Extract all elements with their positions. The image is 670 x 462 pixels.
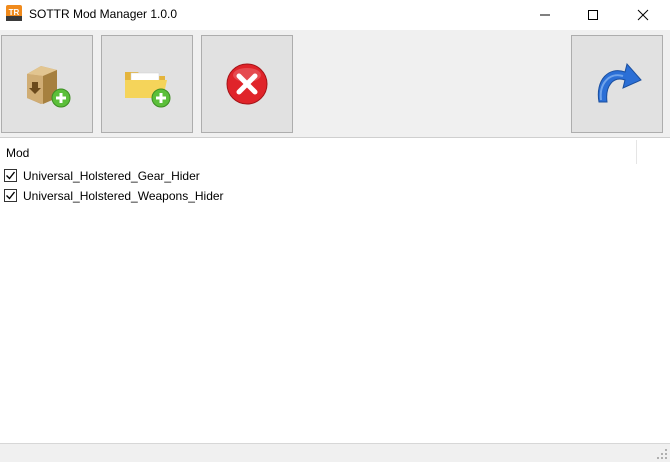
checkmark-icon [6,191,16,200]
mod-name: Universal_Holstered_Weapons_Hider [23,189,224,203]
add-folder-button[interactable] [101,35,193,133]
column-separator[interactable] [636,140,637,164]
svg-text:TR: TR [9,8,20,17]
redo-arrow-icon [597,62,642,103]
list-item[interactable]: Universal_Holstered_Weapons_Hider [0,187,670,207]
mod-name: Universal_Holstered_Gear_Hider [23,169,200,183]
resize-grip-icon[interactable] [656,448,668,460]
maximize-icon [588,10,598,20]
toolbar [0,30,670,138]
column-header-mod[interactable]: Mod [6,146,29,160]
add-archive-button[interactable] [1,35,93,133]
mod-checkbox[interactable] [4,189,17,202]
package-add-icon [27,66,71,108]
list-header[interactable]: Mod [0,139,670,165]
status-bar [0,443,670,462]
maximize-button[interactable] [570,0,616,30]
app-icon: TR [6,5,22,21]
list-item[interactable]: Universal_Holstered_Gear_Hider [0,167,670,187]
title-bar[interactable]: TR SOTTR Mod Manager 1.0.0 [0,0,670,30]
close-button[interactable] [620,0,666,30]
mod-checkbox[interactable] [4,169,17,182]
close-icon [637,9,649,21]
window-title: SOTTR Mod Manager 1.0.0 [29,7,178,21]
folder-add-icon [125,72,171,108]
mod-list[interactable]: Mod Universal_Holstered_Gear_Hider Unive… [0,139,670,443]
minimize-button[interactable] [522,0,568,30]
remove-button[interactable] [201,35,293,133]
checkmark-icon [6,171,16,180]
refresh-button[interactable] [571,35,663,133]
minimize-icon [540,14,550,16]
red-x-icon [226,63,268,105]
